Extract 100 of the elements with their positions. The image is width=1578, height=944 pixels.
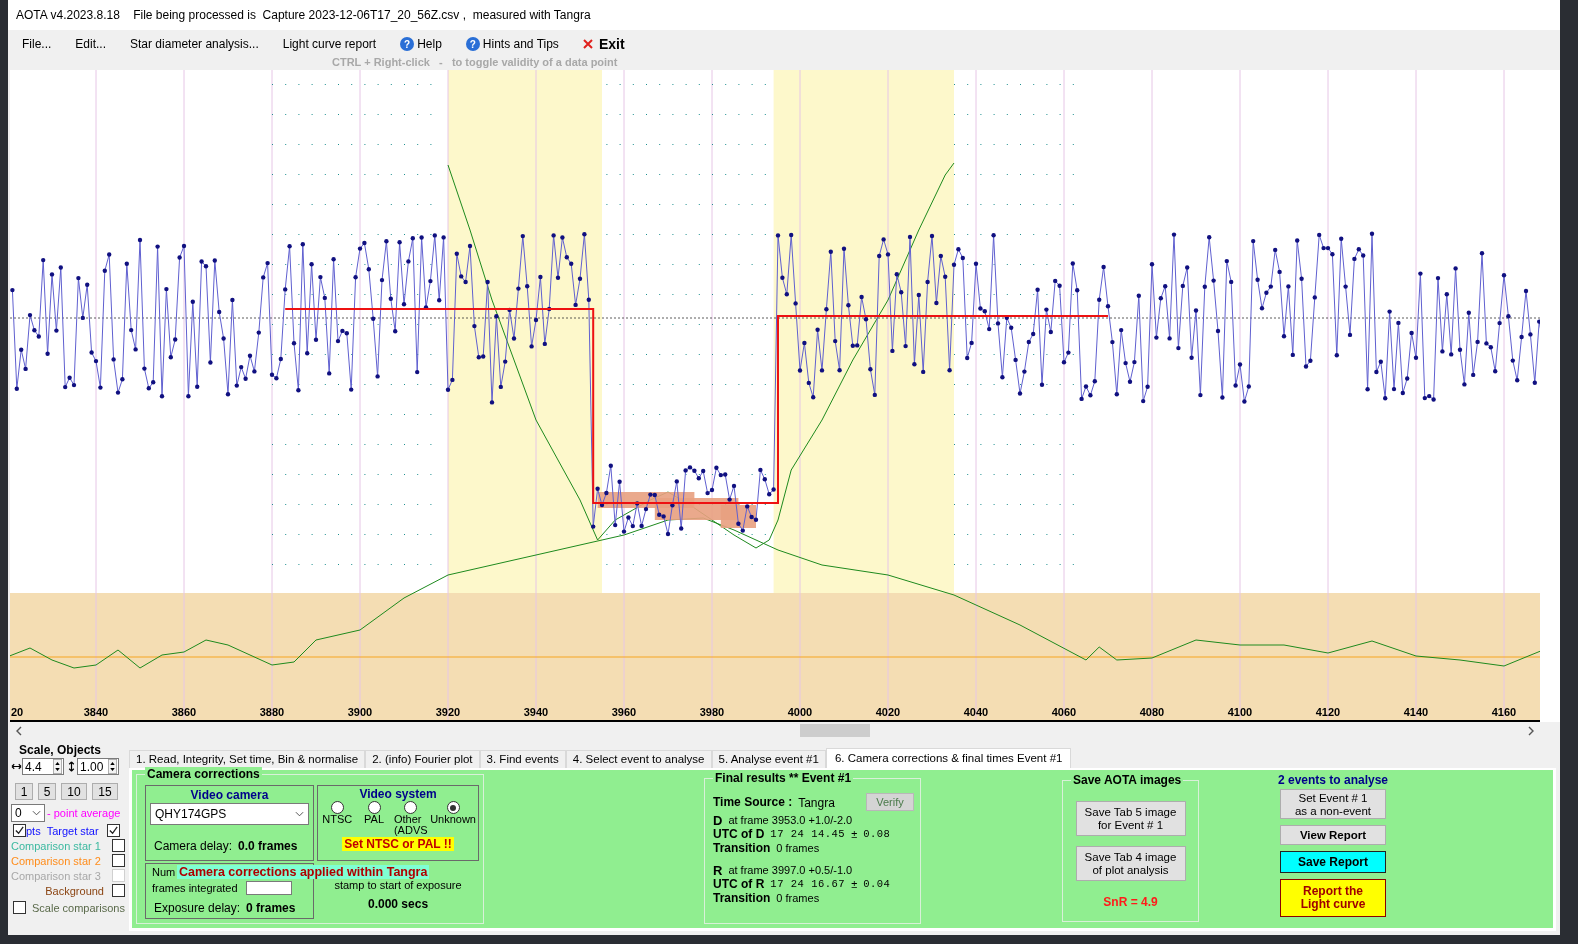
checkbox[interactable] xyxy=(13,901,26,914)
field-label: Time Source : xyxy=(713,795,793,809)
save-image-button[interactable]: Save Tab 4 image of plot analysis xyxy=(1075,846,1186,881)
axis-label: 4060 xyxy=(1051,706,1077,718)
axis-label: 4000 xyxy=(787,706,813,718)
scrollbar-thumb[interactable] xyxy=(800,724,870,737)
menu-item[interactable]: Light curve report xyxy=(282,37,377,51)
chevron-left-icon[interactable] xyxy=(15,726,23,736)
axis-label: 4120 xyxy=(1315,706,1341,718)
average-label: - point average xyxy=(47,807,121,819)
caret-icon xyxy=(294,811,304,817)
menu-item[interactable]: File... xyxy=(22,37,52,51)
report-button[interactable]: Set Event # 1 as a non-event xyxy=(1280,789,1386,819)
axis-label: 3880 xyxy=(259,706,285,718)
save-image-button[interactable]: Save Tab 5 image for Event # 1 xyxy=(1075,801,1186,836)
spin-field[interactable]: 1.00 xyxy=(77,758,119,775)
scale-button[interactable]: 15 xyxy=(92,783,118,800)
tab[interactable]: 5. Analyse event #1 xyxy=(711,750,826,768)
report-button[interactable]: View Report xyxy=(1280,825,1386,845)
warning-text: Set NTSC or PAL !! xyxy=(342,837,454,851)
delay-label: Exposure delay: xyxy=(154,901,241,915)
radio-button[interactable] xyxy=(446,801,460,814)
object-label: Target star xyxy=(46,824,99,837)
menu-item[interactable]: ? Help xyxy=(400,37,442,51)
verify-button[interactable]: Verify xyxy=(866,793,914,811)
scale-button[interactable]: 5 xyxy=(38,783,56,800)
caret-icon xyxy=(32,810,41,816)
transition-value: 0 frames xyxy=(776,892,820,904)
radio-button[interactable] xyxy=(404,801,418,814)
frames-dropdown[interactable] xyxy=(245,881,292,895)
axis-label: 4140 xyxy=(1403,706,1429,718)
report-button[interactable]: Report the Light curve xyxy=(1280,879,1386,917)
axis-label: 4100 xyxy=(1227,706,1253,718)
checkbox-label: Scale comparisons xyxy=(32,901,125,914)
tab[interactable]: 4. Select event to analyse xyxy=(565,750,712,768)
utc-value: 17 24 16.67 xyxy=(770,878,846,890)
horizontal-arrows-icon xyxy=(11,761,22,772)
group-title: Video system xyxy=(358,787,438,801)
hint-text: CTRL + Right-click - to toggle validity of a data point xyxy=(332,56,618,68)
spinner-arrows-icon[interactable] xyxy=(107,759,118,774)
radio-label: Other (ADVS xyxy=(393,814,428,836)
chevron-right-icon[interactable] xyxy=(1527,726,1535,736)
tab[interactable]: 3. Find events xyxy=(479,750,566,768)
snr-text: SnR = 4.9 xyxy=(1103,895,1158,909)
utc-value: 17 24 14.45 xyxy=(770,828,846,840)
radio-button[interactable] xyxy=(367,801,381,814)
menu-item[interactable]: ? Hints and Tips xyxy=(465,37,559,51)
menu-item[interactable]: Edit... xyxy=(75,37,107,51)
spinner-arrows-icon[interactable] xyxy=(52,759,63,774)
axis-label: 3960 xyxy=(611,706,637,718)
axis-label: 3900 xyxy=(347,706,373,718)
scale-button[interactable]: 10 xyxy=(61,783,87,800)
group-title: Camera corrections xyxy=(145,767,262,781)
average-dropdown[interactable]: 0 xyxy=(11,804,45,822)
field-label: UTC of R xyxy=(713,877,765,891)
transition-value: 0 frames xyxy=(776,842,820,854)
object-label: Comparison star 2 xyxy=(11,854,101,867)
axis-label: 20 xyxy=(11,706,24,718)
axis-label: 3840 xyxy=(83,706,109,718)
error-value: 0.08 xyxy=(863,828,891,840)
spin-field[interactable]: 4.4 xyxy=(22,758,64,775)
axis-label: 4160 xyxy=(1491,706,1517,718)
checkbox[interactable] xyxy=(112,884,125,897)
checkbox[interactable] xyxy=(112,854,125,867)
status-banner: Camera corrections applied within Tangra xyxy=(177,865,430,879)
checkbox[interactable] xyxy=(112,839,125,852)
plus-minus-sign: ± xyxy=(851,828,858,840)
field-label: UTC of D xyxy=(713,827,765,841)
axis-label: 3980 xyxy=(699,706,725,718)
event-letter: D xyxy=(713,812,723,828)
axis-label: 3920 xyxy=(435,706,461,718)
menu-item[interactable]: Exit xyxy=(582,36,625,52)
field-label: Transition xyxy=(713,891,771,905)
object-label: Comparison star 3 xyxy=(11,869,101,882)
radio-button[interactable] xyxy=(330,801,344,814)
group-title: Save AOTA images xyxy=(1071,773,1184,787)
field-label: Num xyxy=(152,866,176,879)
vertical-arrows-icon xyxy=(66,761,77,772)
report-button[interactable]: Save Report xyxy=(1280,851,1386,873)
axis-label: 3940 xyxy=(523,706,549,718)
object-label: Background xyxy=(45,884,104,897)
panel-title: 2 events to analyse xyxy=(1277,773,1389,787)
scale-button[interactable]: 1 xyxy=(15,783,33,800)
checkbox[interactable] xyxy=(13,824,26,837)
checkbox[interactable] xyxy=(106,824,120,837)
menu-item[interactable]: Star diameter analysis... xyxy=(130,37,259,51)
camera-dropdown[interactable]: QHY174GPS xyxy=(150,803,309,825)
delay-label: Camera delay: xyxy=(154,839,233,853)
frame-text: at frame 3953.0 +1.0/-2.0 xyxy=(728,814,853,826)
tab[interactable]: 2. (info) Fourier plot xyxy=(365,750,480,768)
tab[interactable]: 1. Read, Integrity, Set time, Bin & normalise xyxy=(129,750,366,768)
delay-value: 0.0 frames xyxy=(238,839,298,853)
time-source-value: Tangra xyxy=(798,796,835,810)
axis-label: 4080 xyxy=(1139,706,1165,718)
event-letter: R xyxy=(713,862,723,878)
checkbox-label: pts xyxy=(26,824,41,837)
window-title: AOTA v4.2023.8.18 File being processed is Capture 2023-12-06T17_20_56Z.csv , measured with Tangra xyxy=(16,8,591,22)
frame-text: at frame 3997.0 +0.5/-1.0 xyxy=(728,864,853,876)
axis-label: 4020 xyxy=(875,706,901,718)
tab[interactable]: 6. Camera corrections & final times Event #1 xyxy=(825,748,1072,768)
